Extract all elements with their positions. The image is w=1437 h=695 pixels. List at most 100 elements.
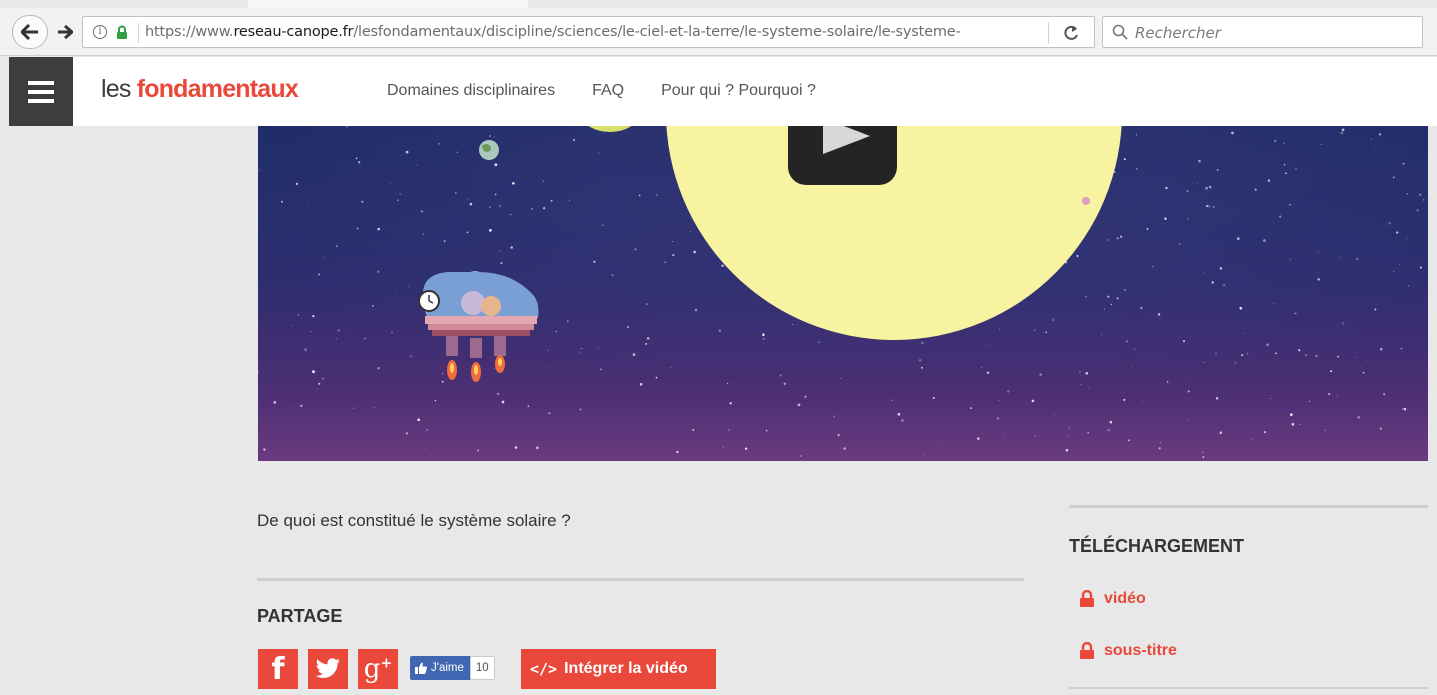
star: [312, 314, 315, 318]
star: [499, 250, 501, 252]
star: [981, 367, 982, 369]
star: [1133, 348, 1136, 351]
star: [1293, 312, 1295, 314]
star: [545, 345, 546, 346]
info-icon[interactable]: i: [93, 25, 107, 39]
star: [1393, 270, 1395, 273]
star: [393, 268, 394, 270]
facebook-share-button[interactable]: f: [258, 649, 298, 689]
star: [1123, 398, 1126, 401]
star: [1295, 168, 1297, 170]
nav-faq[interactable]: FAQ: [592, 82, 624, 100]
google-plus-icon: g+: [363, 654, 393, 684]
facebook-like-button[interactable]: J'aime 10: [410, 656, 510, 680]
browser-search-input[interactable]: [1135, 22, 1415, 44]
reload-icon[interactable]: [1063, 24, 1079, 42]
star: [579, 351, 581, 354]
download-video-link[interactable]: vidéo: [1079, 590, 1146, 608]
star: [762, 337, 765, 340]
star: [721, 264, 724, 267]
star: [1106, 238, 1110, 242]
url-domain: reseau-canope.fr: [233, 24, 354, 40]
star: [1380, 348, 1383, 351]
star: [322, 257, 324, 258]
star: [593, 260, 596, 263]
star: [638, 194, 641, 197]
star: [1254, 305, 1256, 307]
star: [356, 227, 359, 230]
star: [407, 285, 410, 288]
star: [986, 345, 988, 346]
star: [1127, 439, 1130, 442]
site-logo[interactable]: les fondamentaux: [101, 75, 299, 104]
star: [422, 233, 425, 236]
back-button[interactable]: [12, 15, 48, 49]
padlock-icon: [1080, 590, 1094, 607]
star: [335, 338, 337, 340]
star: [1283, 164, 1286, 166]
active-tab[interactable]: [248, 0, 528, 8]
star: [361, 200, 364, 203]
browser-search-box[interactable]: [1102, 16, 1423, 48]
hamburger-menu-button[interactable]: [9, 57, 73, 126]
star: [443, 240, 446, 243]
star: [1254, 188, 1257, 191]
star: [1270, 397, 1272, 400]
forward-button[interactable]: [53, 18, 77, 46]
star: [358, 161, 361, 164]
star: [1087, 431, 1090, 434]
nav-domaines-disciplinaires[interactable]: Domaines disciplinaires: [387, 82, 555, 100]
star: [579, 408, 582, 411]
embed-video-button[interactable]: </> Intégrer la vidéo: [521, 649, 716, 689]
star: [689, 230, 692, 233]
video-player[interactable]: [258, 126, 1428, 461]
star: [1068, 427, 1070, 430]
twitter-share-button[interactable]: [308, 649, 348, 689]
star: [1234, 361, 1237, 365]
star: [567, 320, 569, 322]
main-nav: Domaines disciplinaires FAQ Pour qui ? P…: [387, 82, 816, 100]
download-subtitle-link[interactable]: sous-titre: [1079, 642, 1177, 660]
video-frame-illustration: [258, 126, 1428, 461]
star: [1402, 162, 1405, 165]
star: [434, 399, 437, 402]
star: [998, 400, 1000, 401]
star: [783, 382, 786, 385]
star: [310, 330, 312, 332]
star: [1120, 235, 1123, 238]
play-button[interactable]: [788, 126, 897, 185]
star: [1341, 322, 1345, 325]
google-plus-share-button[interactable]: g+: [358, 649, 398, 689]
download-subtitle-label: sous-titre: [1104, 642, 1177, 659]
star: [438, 142, 440, 145]
star: [669, 366, 672, 369]
star: [1148, 217, 1149, 219]
star: [843, 447, 846, 450]
url-text[interactable]: https://www.reseau-canope.fr/lesfondamen…: [145, 24, 961, 40]
star: [977, 437, 980, 440]
star: [268, 197, 269, 199]
star: [1401, 408, 1403, 410]
star: [1178, 242, 1181, 245]
nav-pour-qui-pourquoi[interactable]: Pour qui ? Pourquoi ?: [661, 82, 816, 100]
star: [489, 135, 491, 137]
star: [1317, 278, 1320, 281]
address-bar[interactable]: i https://www.reseau-canope.fr/lesfondam…: [82, 16, 1095, 48]
star: [466, 231, 469, 234]
star: [364, 337, 366, 340]
star: [694, 308, 698, 312]
star: [718, 329, 722, 332]
star: [611, 274, 614, 277]
star: [1246, 352, 1249, 355]
star: [404, 143, 405, 144]
star: [920, 366, 923, 369]
star: [1274, 139, 1277, 143]
star: [692, 428, 695, 431]
star: [1186, 190, 1189, 193]
star: [1362, 371, 1365, 374]
star: [1109, 421, 1113, 424]
tab-strip: [0, 0, 1437, 8]
star: [536, 446, 539, 450]
star: [510, 213, 512, 216]
padlock-icon[interactable]: [116, 25, 128, 40]
